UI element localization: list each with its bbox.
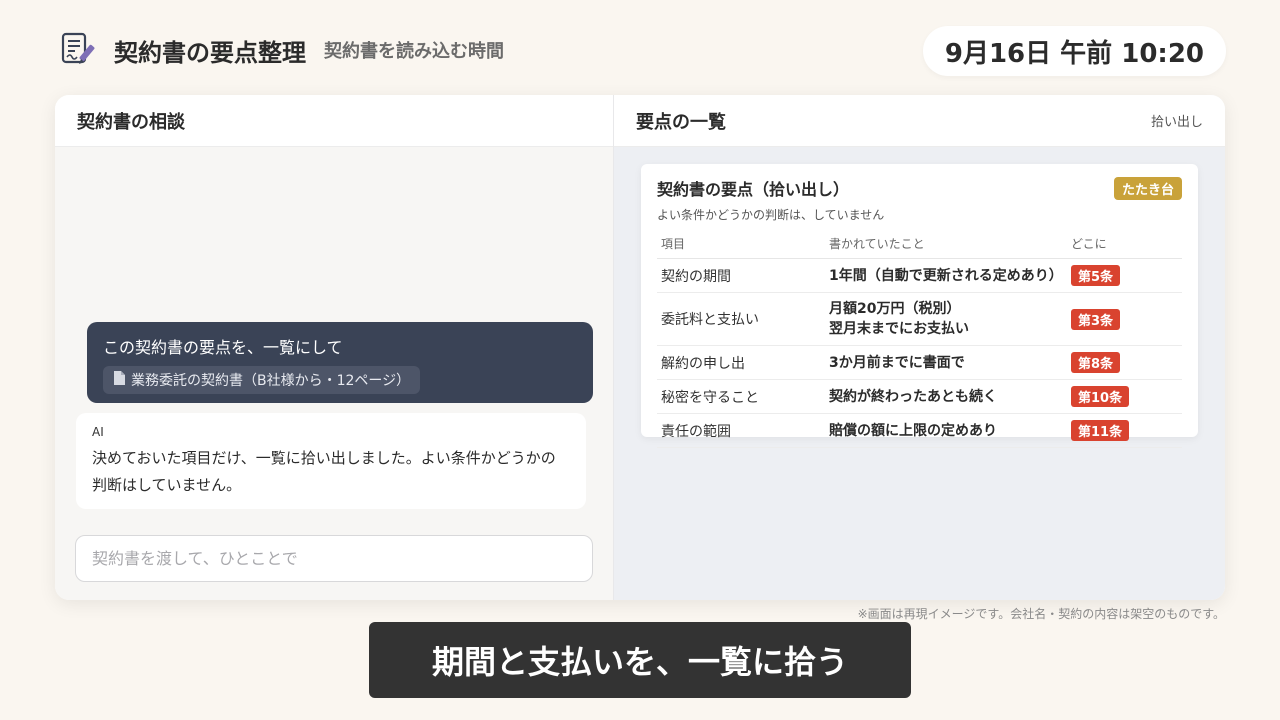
chat-pane: 契約書の相談 この契約書の要点を、一覧にして 業務委託の契約書（B社様から・12… [55,95,614,600]
document-icon [113,371,125,389]
table-row: 責任の範囲 賠償の額に上限の定めあり 第11条 [657,413,1182,448]
clock: 9月16日 午前 10:20 [922,26,1226,76]
row-item: 委託料と支払い [657,292,825,346]
user-message: この契約書の要点を、一覧にして [103,338,343,357]
row-item: 解約の申し出 [657,345,825,380]
chat-pane-header: 契約書の相談 [55,95,613,147]
row-written: 賠償の額に上限の定めあり [825,413,1067,448]
points-table: 項目 書かれていたこと どこに 契約の期間 1年間（自動で更新される定めあり） … [657,231,1182,448]
draft-badge: たたき台 [1113,176,1182,200]
attachment-chip[interactable]: 業務委託の契約書（B社様から・12ページ） [103,366,421,394]
summary-pane-header: 要点の一覧 拾い出し [614,95,1225,147]
table-row: 秘密を守ること 契約が終わったあとも続く 第10条 [657,379,1182,414]
ai-label: AI [92,425,104,439]
main-card: 契約書の相談 この契約書の要点を、一覧にして 業務委託の契約書（B社様から・12… [55,95,1225,600]
app-subtitle: 契約書を読み込む時間 [324,41,504,62]
row-item: 責任の範囲 [657,413,825,448]
row-written: 3か月前までに書面で [825,345,1067,380]
app-title: 契約書の要点整理 [114,38,306,67]
subtitle-caption: 期間と支払いを、一覧に拾う [369,622,911,698]
user-message-bubble: この契約書の要点を、一覧にして 業務委託の契約書（B社様から・12ページ） [87,322,593,403]
ai-message-bubble: AI 決めておいた項目だけ、一覧に拾い出しました。よい条件かどうかの判断はしてい… [76,413,586,509]
article-tag[interactable]: 第11条 [1071,420,1130,441]
chat-pane-title: 契約書の相談 [77,111,185,133]
chat-input[interactable] [75,535,593,582]
column-header-where: どこに [1067,231,1182,259]
table-row: 委託料と支払い 月額20万円（税別） 翌月末までにお支払い 第3条 [657,292,1182,346]
summary-pane-title: 要点の一覧 [636,111,726,133]
article-tag[interactable]: 第3条 [1071,308,1121,330]
table-header-row: 項目 書かれていたこと どこに [657,231,1182,259]
attachment-name: 業務委託の契約書（B社様から・12ページ） [131,373,411,389]
row-written: 1年間（自動で更新される定めあり） [825,258,1067,293]
disclaimer: ※画面は再現イメージです。会社名・契約の内容は架空のものです。 [857,607,1225,621]
row-written: 契約が終わったあとも続く [825,379,1067,414]
summary-card-title: 契約書の要点（拾い出し） [657,180,850,199]
ai-message: 決めておいた項目だけ、一覧に拾い出しました。よい条件かどうかの判断はしていません… [92,449,556,494]
article-tag[interactable]: 第10条 [1071,386,1130,407]
article-tag[interactable]: 第5条 [1071,265,1121,286]
extract-label: 拾い出し [1150,115,1203,130]
row-item: 秘密を守ること [657,379,825,414]
column-header-written: 書かれていたこと [825,231,1067,259]
table-row: 契約の期間 1年間（自動で更新される定めあり） 第5条 [657,258,1182,293]
row-written: 月額20万円（税別） 翌月末までにお支払い [825,292,1067,346]
summary-card: 契約書の要点（拾い出し） たたき台 よい条件かどうかの判断は、していません 項目… [641,164,1198,448]
contract-pen-icon [58,30,98,70]
article-tag[interactable]: 第8条 [1071,352,1121,373]
table-row: 解約の申し出 3か月前までに書面で 第8条 [657,345,1182,380]
summary-pane: 要点の一覧 拾い出し 契約書の要点（拾い出し） たたき台 よい条件かどうかの判断… [614,95,1225,600]
row-item: 契約の期間 [657,258,825,293]
app-header: 契約書の要点整理 契約書を読み込む時間 [58,30,504,70]
summary-note: よい条件かどうかの判断は、していません [657,208,885,222]
column-header-item: 項目 [657,231,825,259]
